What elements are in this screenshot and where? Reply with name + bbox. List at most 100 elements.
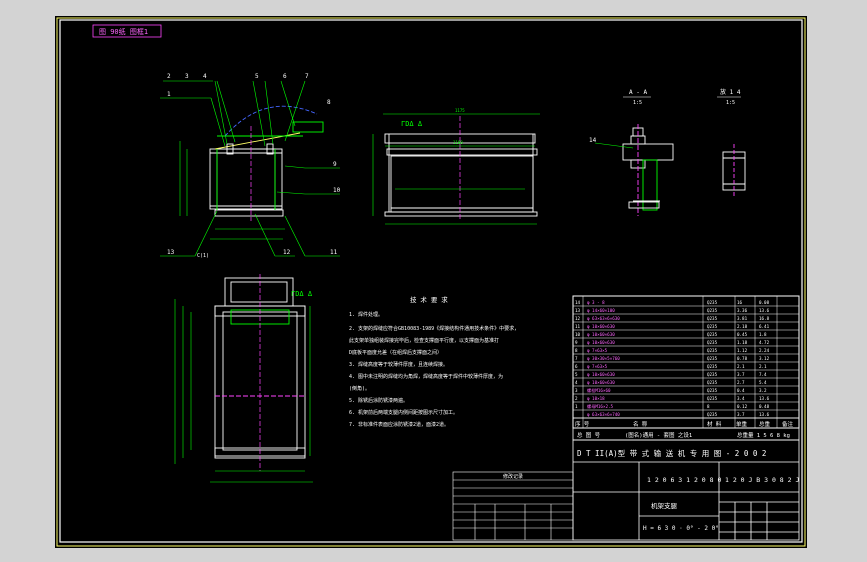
table-cell: Q235	[707, 300, 718, 305]
header-material: 材 料	[707, 420, 722, 428]
table-cell: Q235	[707, 396, 718, 401]
table-cell: φ 7×63×5	[587, 364, 608, 369]
table-cell: φ 10×60×630	[587, 340, 615, 345]
revision-table	[452, 471, 574, 541]
leader-3: 3	[185, 73, 189, 80]
table-cell: 13.6	[759, 412, 770, 417]
table-cell: 3	[575, 388, 578, 393]
table-cell: 7	[575, 356, 578, 361]
table-cell: φ 63×63×6×630	[587, 316, 620, 321]
footer-total-weight: 总重量 1 5 6 8 kg	[737, 431, 790, 439]
table-cell: 0.12	[737, 404, 748, 409]
table-cell: 3.81	[737, 316, 748, 321]
table-cell: Q235	[707, 340, 718, 345]
detail-label: 放 1 4	[720, 88, 741, 96]
leader-8: 8	[327, 99, 331, 106]
note-item: D底板平面度允差（在组焊后支撑面之间）	[349, 349, 442, 356]
leader-12: 12	[283, 249, 291, 256]
table-cell: 3.36	[737, 308, 748, 313]
table-cell: 11	[575, 324, 581, 329]
note-item: 3. 焊缝高度等于较薄件厚度，且连续焊接。	[349, 361, 448, 368]
left-code: 1 2 0 6 3 1 2 0 8 0	[647, 476, 721, 484]
bolt-leader-label: 14	[589, 137, 597, 144]
dim-1100: 1100	[453, 140, 463, 145]
table-cell: 3.12	[759, 356, 770, 361]
spec-line: H = 6 3 0 · 0° - 2 0°	[643, 525, 719, 532]
notes-list: 1. 焊件处理。 2. 支架的焊缝应符合GB10083-1989《焊接结构件通用…	[349, 311, 519, 428]
table-cell: φ 30×30×5×760	[587, 356, 620, 361]
leader-5: 5	[255, 73, 259, 80]
leader-7: 7	[305, 73, 309, 80]
cutting-arc	[224, 105, 318, 137]
table-cell: 2.7	[737, 380, 745, 385]
table-cell: 13	[575, 308, 581, 313]
table-cell: 12	[575, 316, 581, 321]
table-cell: 2.24	[759, 348, 770, 353]
section-scale: 1:5	[633, 100, 642, 106]
table-cell: Q235	[707, 356, 718, 361]
note-item: 4. 图中未注明的焊缝均为角焊，焊缝高度等于焊件中较薄件厚度，为	[349, 373, 503, 380]
bolt-section	[622, 124, 674, 216]
table-cell: 0.45	[737, 332, 748, 337]
table-cell: Q235	[707, 412, 718, 417]
detail-view	[722, 144, 746, 198]
table-cell: φ 10×60×630	[587, 332, 615, 337]
note-item: 7. 非标准件表面应涂防锈漆2道，面漆2道。	[349, 421, 449, 428]
footer-drawing-no: 总 图 号	[577, 431, 601, 439]
table-cell: 3.2	[759, 388, 767, 393]
notes-title: 技 术 要 求	[410, 295, 448, 304]
table-cell: 4.72	[759, 340, 770, 345]
note-item: 6. 机架前后两端支腿内侧间距按图示尺寸加工。	[349, 409, 458, 416]
table-cell: φ 10×60×630	[587, 324, 615, 329]
table-cell: 8	[575, 348, 578, 353]
table-cell: Q235	[707, 316, 718, 321]
header-remark: 备注	[782, 420, 794, 428]
dim-1175: 1175	[455, 108, 465, 113]
table-cell: 4	[575, 380, 578, 385]
table-cell: 8	[707, 404, 710, 409]
table-cell: 螺栓M16×60	[587, 387, 611, 394]
leader-10: 10	[333, 187, 341, 194]
detail-scale: 1:5	[726, 100, 735, 106]
header-total: 总重	[759, 420, 771, 428]
table-cell: φ 63×63×6×740	[587, 412, 620, 417]
leader-13: 13	[167, 249, 175, 256]
drawing-tag: 图 90纸 图框1	[99, 27, 148, 36]
leader-4: 4	[203, 73, 207, 80]
table-cell: 10	[575, 332, 581, 337]
table-cell: φ 10×18	[587, 396, 605, 401]
table-cell: Q235	[707, 388, 718, 393]
table-cell: 0.48	[759, 404, 770, 409]
main-title: D T II(A)型 带 式 输 送 机 专 用 图 - 2 0 0 2	[577, 448, 766, 458]
table-cell: 6	[575, 364, 578, 369]
footer-group: (图名)通用 - 套图 之设1	[625, 431, 692, 439]
table-cell: Q235	[707, 332, 718, 337]
bottom-left-tag: C(1)	[197, 253, 209, 259]
right-code: 1 2 0 J B 3 0 8 2 J	[725, 476, 799, 484]
table-cell: Q235	[707, 324, 718, 329]
leader-9: 9	[333, 161, 337, 168]
table-cell: φ 7×63×5	[587, 348, 608, 353]
leader-1: 1	[167, 91, 171, 98]
parts-header: 序 号 名 称 材 料 单重 总重 备注	[575, 420, 794, 428]
table-cell: 螺母M16×2.5	[587, 403, 614, 410]
table-cell: 1	[575, 404, 578, 409]
top-datum: ΓDΔ Δ	[291, 290, 313, 298]
table-cell: 13.6	[759, 308, 770, 313]
header-name: 名 称	[633, 420, 648, 428]
table-cell: 2	[575, 396, 578, 401]
header-unit-weight: 单重	[736, 420, 748, 428]
table-cell: 1.8	[759, 332, 767, 337]
table-cell: 3.4	[737, 396, 745, 401]
table-cell: Q235	[707, 380, 718, 385]
table-cell: 2.1	[759, 364, 767, 369]
leader-6: 6	[283, 73, 287, 80]
leader-2: 2	[167, 73, 171, 80]
drawing-sheet: 图 90纸 图框1 2 3 4 5 6 7 1 8 9 10 11 12 13 …	[55, 16, 807, 548]
side-dims	[372, 113, 540, 225]
table-cell: 13.6	[759, 396, 770, 401]
table-cell: Q235	[707, 364, 718, 369]
leader-11: 11	[330, 249, 338, 256]
note-item: 此支架单独组装焊接完毕后，检查支撑面平行度，以支撑面为基准打	[349, 337, 499, 344]
table-cell: 6.41	[759, 324, 770, 329]
